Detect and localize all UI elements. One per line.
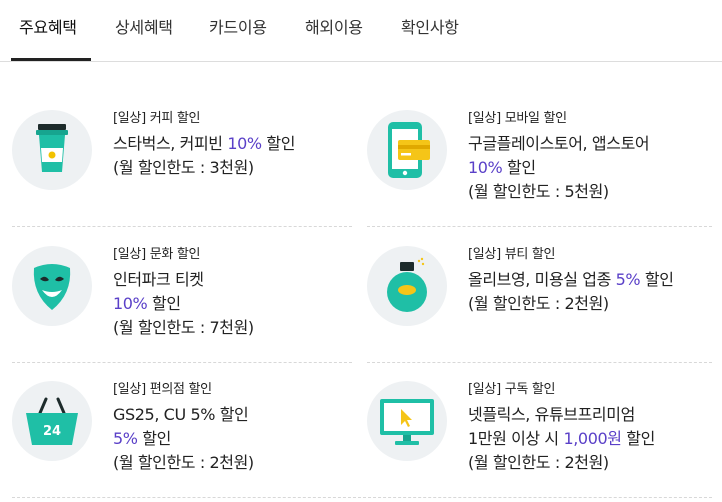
benefit-desc: 올리브영, 미용실 업종 5% 할인 bbox=[468, 270, 674, 289]
divider bbox=[367, 362, 712, 363]
active-tab-indicator bbox=[11, 58, 91, 61]
smartphone-card-icon bbox=[367, 110, 447, 190]
divider bbox=[12, 497, 712, 498]
benefit-rate: 1만원 이상 시 1,000원 할인 bbox=[468, 429, 655, 448]
benefit-category: [일상] 모바일 할인 bbox=[468, 111, 567, 126]
divider bbox=[12, 226, 352, 227]
tab-card-usage[interactable]: 카드이용 bbox=[209, 14, 267, 60]
basket-number: 24 bbox=[43, 424, 61, 439]
benefit-category: [일상] 문화 할인 bbox=[113, 247, 201, 262]
benefit-category: [일상] 구독 할인 bbox=[468, 382, 556, 397]
benefit-limit: (월 할인한도 : 3천원) bbox=[113, 158, 254, 177]
benefit-coffee: [일상] 커피 할인 스타벅스, 커피빈 10% 할인 (월 할인한도 : 3천… bbox=[12, 110, 362, 230]
benefit-limit: (월 할인한도 : 2천원) bbox=[113, 453, 254, 472]
benefit-desc: 구글플레이스토어, 앱스토어 bbox=[468, 134, 650, 153]
divider bbox=[12, 362, 352, 363]
benefit-limit: (월 할인한도 : 2천원) bbox=[468, 453, 609, 472]
coffee-cup-icon bbox=[12, 110, 92, 190]
benefit-rate: 10% 할인 bbox=[468, 158, 536, 177]
benefit-desc: GS25, CU 5% 할인 bbox=[113, 405, 249, 424]
shopping-basket-24-icon: 24 bbox=[12, 381, 92, 461]
benefit-category: [일상] 편의점 할인 bbox=[113, 382, 212, 397]
benefit-limit: (월 할인한도 : 7천원) bbox=[113, 318, 254, 337]
benefit-beauty: [일상] 뷰티 할인 올리브영, 미용실 업종 5% 할인 (월 할인한도 : … bbox=[367, 246, 717, 366]
perfume-bottle-icon bbox=[367, 246, 447, 326]
monitor-cursor-icon bbox=[367, 381, 447, 461]
tab-main-benefits[interactable]: 주요혜택 bbox=[19, 14, 77, 60]
benefit-limit: (월 할인한도 : 2천원) bbox=[468, 294, 609, 313]
benefit-rate: 10% 할인 bbox=[113, 294, 181, 313]
benefit-rate: 5% 할인 bbox=[113, 429, 171, 448]
benefit-subscription: [일상] 구독 할인 넷플릭스, 유튜브프리미엄 1만원 이상 시 1,000원… bbox=[367, 381, 717, 501]
benefit-desc: 넷플릭스, 유튜브프리미엄 bbox=[468, 405, 635, 424]
tab-notices[interactable]: 확인사항 bbox=[401, 14, 459, 60]
divider bbox=[367, 226, 712, 227]
benefit-convenience-store: 24 [일상] 편의점 할인 GS25, CU 5% 할인 5% 할인 (월 할… bbox=[12, 381, 362, 501]
benefit-mobile: [일상] 모바일 할인 구글플레이스토어, 앱스토어 10% 할인 (월 할인한… bbox=[367, 110, 717, 230]
benefit-category: [일상] 커피 할인 bbox=[113, 111, 201, 126]
benefit-culture: [일상] 문화 할인 인터파크 티켓 10% 할인 (월 할인한도 : 7천원) bbox=[12, 246, 362, 366]
benefit-category: [일상] 뷰티 할인 bbox=[468, 247, 556, 262]
benefit-limit: (월 할인한도 : 5천원) bbox=[468, 182, 609, 201]
tab-overseas-usage[interactable]: 해외이용 bbox=[305, 14, 363, 60]
tab-bar: 주요혜택 상세혜택 카드이용 해외이용 확인사항 bbox=[0, 0, 722, 62]
tab-detail-benefits[interactable]: 상세혜택 bbox=[115, 14, 173, 60]
benefit-desc: 인터파크 티켓 bbox=[113, 270, 204, 289]
benefit-desc: 스타벅스, 커피빈 10% 할인 bbox=[113, 134, 296, 153]
theater-mask-icon bbox=[12, 246, 92, 326]
